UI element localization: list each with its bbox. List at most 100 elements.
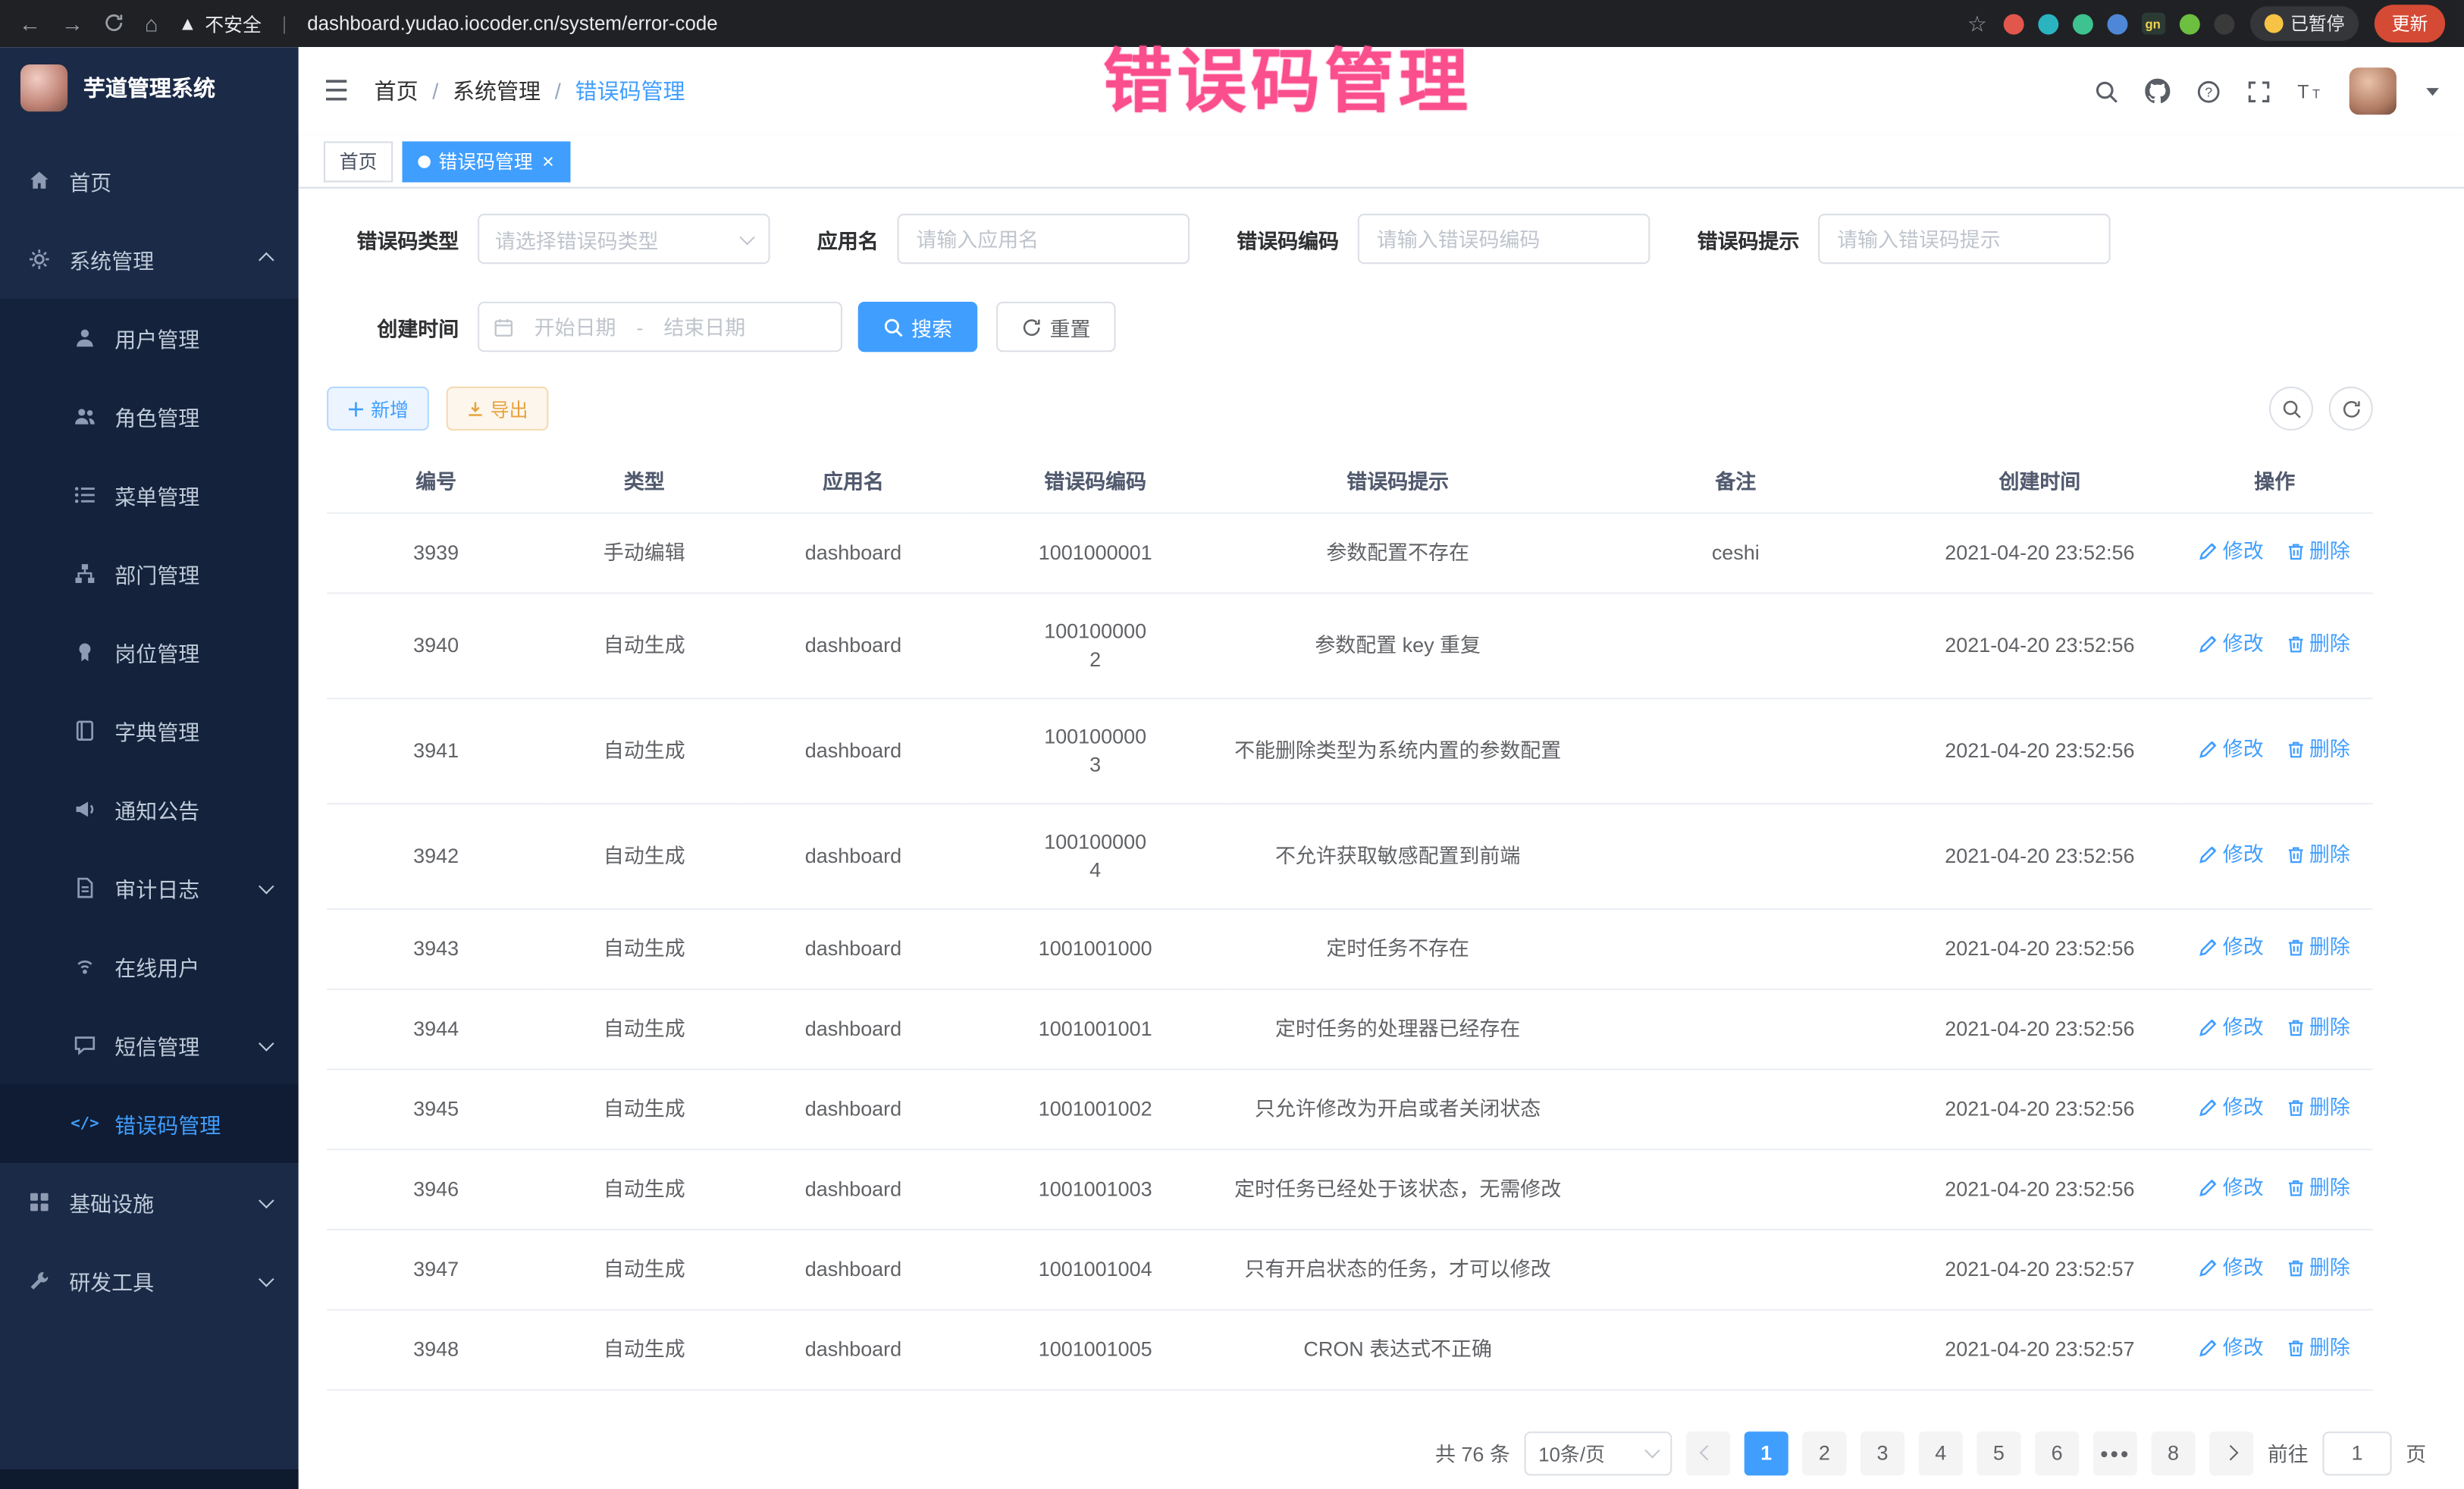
paused-badge[interactable]: 已暂停 <box>2249 6 2359 41</box>
sidebar-item-role[interactable]: 角色管理 <box>0 377 299 456</box>
filter-hint: 错误码提示 <box>1698 214 2111 264</box>
pager-page-8[interactable]: 8 <box>2151 1431 2195 1475</box>
edit-link[interactable]: 修改 <box>2199 840 2264 868</box>
breadcrumb-home[interactable]: 首页 <box>375 75 419 106</box>
reload-icon[interactable] <box>104 12 124 36</box>
hint-input[interactable] <box>1818 214 2111 264</box>
tab-home[interactable]: 首页 <box>324 141 393 182</box>
next-page-button[interactable] <box>2209 1431 2253 1475</box>
extension-icon[interactable] <box>2003 14 2024 34</box>
edit-link[interactable]: 修改 <box>2199 1013 2264 1041</box>
app-input[interactable] <box>898 214 1190 264</box>
svg-text:?: ? <box>2205 83 2212 99</box>
sidebar-item-error-code[interactable]: </>错误码管理 <box>0 1084 299 1163</box>
sidebar-item-post[interactable]: 岗位管理 <box>0 613 299 691</box>
goto-page-input[interactable] <box>2322 1431 2391 1475</box>
sidebar-item-dict[interactable]: 字典管理 <box>0 691 299 770</box>
forward-icon[interactable]: → <box>61 13 83 35</box>
delete-link[interactable]: 删除 <box>2286 1253 2350 1281</box>
extension-icon[interactable]: gn <box>2141 13 2165 35</box>
add-button[interactable]: 新增 <box>327 387 429 431</box>
search-icon[interactable] <box>2095 80 2118 103</box>
cell-type: 自动生成 <box>545 989 743 1069</box>
search-button[interactable]: 搜索 <box>858 302 978 352</box>
delete-link[interactable]: 删除 <box>2286 1013 2350 1041</box>
tab-error-code[interactable]: 错误码管理 × <box>403 141 570 182</box>
pager-page-2[interactable]: 2 <box>1802 1431 1846 1475</box>
end-date-input[interactable] <box>653 315 757 339</box>
browser-home-icon[interactable]: ⌂ <box>145 13 158 35</box>
edit-link[interactable]: 修改 <box>2199 629 2264 657</box>
fullscreen-icon[interactable] <box>2247 80 2271 103</box>
logo[interactable]: 芋道管理系统 <box>0 47 299 129</box>
sidebar-item-home[interactable]: 首页 <box>0 142 299 221</box>
export-button[interactable]: 导出 <box>447 387 549 431</box>
edit-link[interactable]: 修改 <box>2199 1253 2264 1281</box>
extension-icon[interactable] <box>2179 14 2199 34</box>
edit-link[interactable]: 修改 <box>2199 735 2264 763</box>
pager-page-6[interactable]: 6 <box>2035 1431 2079 1475</box>
address-url[interactable]: dashboard.yudao.iocoder.cn/system/error-… <box>307 13 718 35</box>
code-input[interactable] <box>1358 214 1651 264</box>
show-search-icon[interactable] <box>2269 387 2313 431</box>
hamburger-icon[interactable]: ☰ <box>324 74 349 108</box>
chevron-down-icon <box>739 229 755 245</box>
sidebar-item-sms[interactable]: 短信管理 <box>0 1006 299 1085</box>
delete-link[interactable]: 删除 <box>2286 1093 2350 1121</box>
delete-link[interactable]: 删除 <box>2286 629 2350 657</box>
cell-hint: CRON 表达式不正确 <box>1227 1309 1569 1390</box>
sidebar-item-infra[interactable]: 基础设施 <box>0 1163 299 1242</box>
pager-page-5[interactable]: 5 <box>1977 1431 2020 1475</box>
close-icon[interactable]: × <box>542 151 554 171</box>
edit-link[interactable]: 修改 <box>2199 1173 2264 1201</box>
error-code-table: 编号 类型 应用名 错误码编码 错误码提示 备注 创建时间 操作 3939手动编… <box>327 450 2436 1390</box>
delete-link[interactable]: 删除 <box>2286 933 2350 961</box>
github-icon[interactable] <box>2145 79 2170 104</box>
security-chip[interactable]: ▲ 不安全 <box>178 10 262 36</box>
user-avatar[interactable] <box>2350 67 2397 114</box>
extension-icon[interactable] <box>2106 14 2127 34</box>
caret-down-icon[interactable] <box>2426 87 2439 95</box>
filter-row-1: 错误码类型 请选择错误码类型 应用名 错误码编码 <box>327 214 2436 264</box>
smiley-icon <box>2264 14 2283 33</box>
font-size-icon[interactable]: TT <box>2297 80 2322 102</box>
sidebar-item-online-user[interactable]: 在线用户 <box>0 927 299 1006</box>
pager-ellipsis[interactable]: ●●● <box>2093 1431 2137 1475</box>
start-date-input[interactable] <box>523 315 627 339</box>
edit-link[interactable]: 修改 <box>2199 1334 2264 1362</box>
page-size-select[interactable]: 10条/页 <box>1524 1431 1672 1475</box>
delete-link[interactable]: 删除 <box>2286 537 2350 565</box>
prev-page-button[interactable] <box>1686 1431 1730 1475</box>
extension-icon[interactable] <box>2072 14 2093 34</box>
delete-link[interactable]: 删除 <box>2286 1334 2350 1362</box>
sidebar-item-dept[interactable]: 部门管理 <box>0 534 299 613</box>
pager-page-3[interactable]: 3 <box>1861 1431 1904 1475</box>
date-range-picker[interactable]: - <box>478 302 842 352</box>
delete-link[interactable]: 删除 <box>2286 735 2350 763</box>
sidebar-item-user[interactable]: 用户管理 <box>0 299 299 378</box>
sidebar-item-notice[interactable]: 通知公告 <box>0 770 299 849</box>
pager-page-1[interactable]: 1 <box>1745 1431 1788 1475</box>
help-icon[interactable]: ? <box>2197 80 2221 103</box>
browser-update-button[interactable]: 更新 <box>2375 5 2445 42</box>
sidebar-item-audit-log[interactable]: 审计日志 <box>0 848 299 927</box>
breadcrumb-system[interactable]: 系统管理 <box>453 75 541 106</box>
sidebar-item-dev-tools[interactable]: 研发工具 <box>0 1241 299 1320</box>
notice-icon <box>72 798 97 820</box>
sidebar-item-system[interactable]: 系统管理 <box>0 220 299 299</box>
extension-icon[interactable] <box>2213 14 2234 34</box>
type-select[interactable]: 请选择错误码类型 <box>478 214 770 264</box>
reset-button[interactable]: 重置 <box>996 302 1116 352</box>
extension-icon[interactable] <box>2037 14 2058 34</box>
delete-link[interactable]: 删除 <box>2286 840 2350 868</box>
bookmark-star-icon[interactable]: ☆ <box>1967 10 1987 36</box>
edit-link[interactable]: 修改 <box>2199 933 2264 961</box>
cell-id: 3942 <box>327 803 545 908</box>
sidebar-item-menu[interactable]: 菜单管理 <box>0 456 299 534</box>
edit-link[interactable]: 修改 <box>2199 1093 2264 1121</box>
pager-page-4[interactable]: 4 <box>1919 1431 1963 1475</box>
refresh-icon[interactable] <box>2329 387 2373 431</box>
back-icon[interactable]: ← <box>19 13 41 35</box>
edit-link[interactable]: 修改 <box>2199 537 2264 565</box>
delete-link[interactable]: 删除 <box>2286 1173 2350 1201</box>
